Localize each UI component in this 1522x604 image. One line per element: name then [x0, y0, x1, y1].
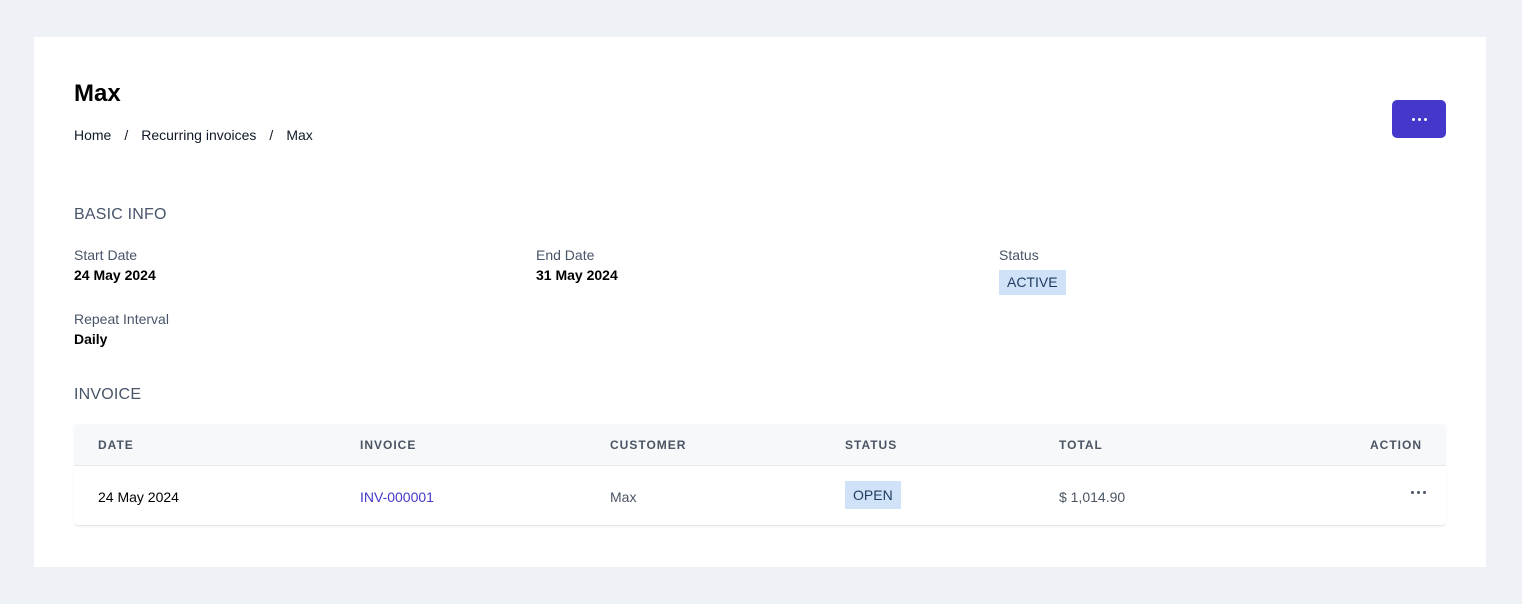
breadcrumb: Home / Recurring invoices / Max: [74, 126, 313, 144]
basic-info-heading: BASIC INFO: [74, 206, 167, 223]
ellipsis-horizontal-icon: [1411, 117, 1427, 121]
start-date-label: Start Date: [74, 247, 138, 263]
invoice-number-link[interactable]: INV-000001: [360, 488, 434, 506]
column-header-customer: CUSTOMER: [610, 438, 687, 452]
ellipsis-horizontal-icon: [1410, 490, 1426, 494]
column-header-total: TOTAL: [1059, 438, 1103, 452]
table-header: DATE INVOICE CUSTOMER STATUS TOTAL ACTIO…: [74, 424, 1446, 466]
status-badge: ACTIVE: [999, 270, 1066, 295]
breadcrumb-separator: /: [269, 127, 274, 143]
breadcrumb-current: Max: [286, 127, 313, 143]
end-date-value: 31 May 2024: [536, 267, 618, 283]
column-header-status: STATUS: [845, 438, 898, 452]
status-label: Status: [999, 247, 1039, 263]
row-total: $ 1,014.90: [1059, 489, 1126, 505]
column-header-date: DATE: [98, 438, 134, 452]
breadcrumb-recurring-invoices[interactable]: Recurring invoices: [141, 126, 256, 144]
column-header-invoice: INVOICE: [360, 438, 417, 452]
breadcrumb-separator: /: [124, 127, 129, 143]
repeat-interval-label: Repeat Interval: [74, 311, 169, 327]
start-date-value: 24 May 2024: [74, 267, 156, 283]
repeat-interval-value: Daily: [74, 331, 108, 347]
more-actions-button[interactable]: [1392, 100, 1446, 138]
row-status-badge: OPEN: [845, 481, 901, 509]
column-header-action: ACTION: [1370, 438, 1422, 452]
end-date-label: End Date: [536, 247, 595, 263]
row-customer: Max: [610, 489, 637, 505]
row-action-button[interactable]: [1406, 484, 1430, 500]
invoice-heading: INVOICE: [74, 386, 142, 403]
row-date: 24 May 2024: [98, 489, 179, 505]
page-title: Max: [74, 80, 121, 107]
invoice-table: DATE INVOICE CUSTOMER STATUS TOTAL ACTIO…: [74, 424, 1446, 526]
recurring-invoice-card: Max Home / Recurring invoices / Max BASI…: [34, 37, 1486, 567]
breadcrumb-home[interactable]: Home: [74, 126, 111, 144]
